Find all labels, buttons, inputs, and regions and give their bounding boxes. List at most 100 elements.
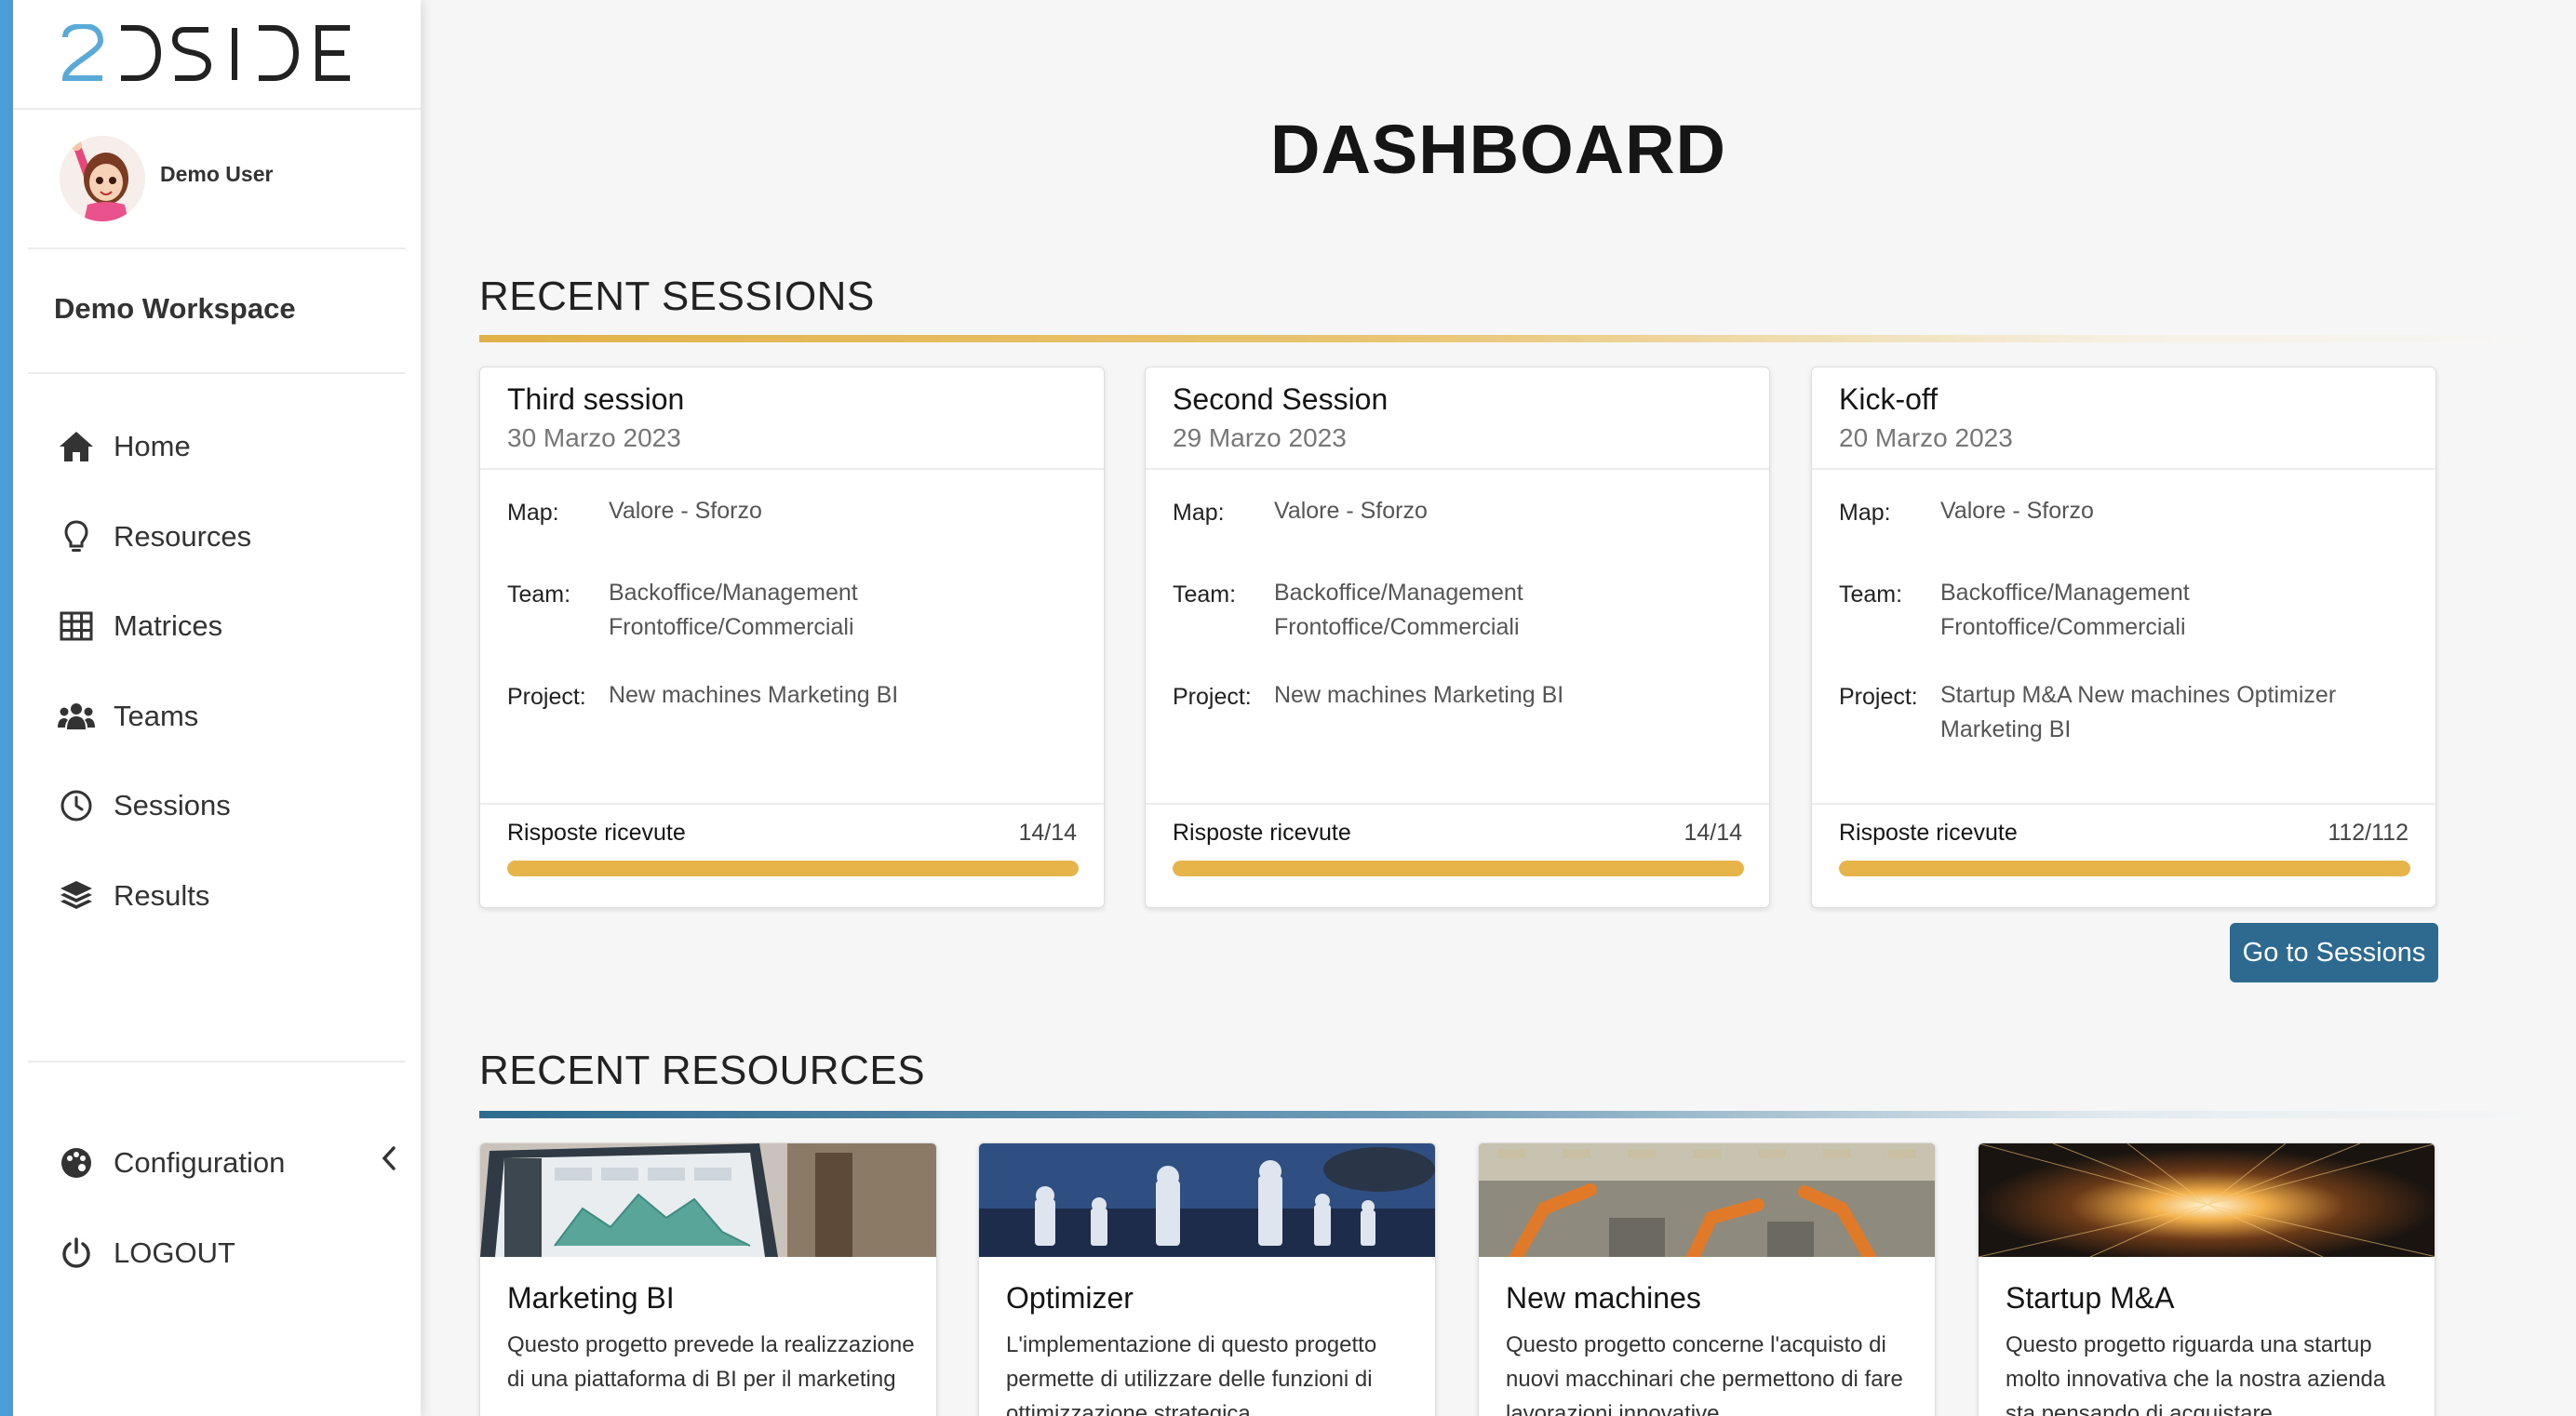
nav-label: Configuration [114,1146,286,1180]
project-label: Project: [1173,684,1252,710]
card-header: Third session 30 Marzo 2023 [480,367,1104,470]
team-label: Team: [1173,581,1237,608]
nav-item-home[interactable]: Home [13,402,421,492]
card-footer: Risposte ricevute 112/112 [1812,803,2435,909]
workspace-selector[interactable]: Demo Workspace [28,249,406,374]
session-name: Second Session [1173,382,1389,416]
resource-card[interactable]: Startup M&A Questo progetto riguarda una… [1978,1142,2435,1416]
recent-sessions-title: RECENT SESSIONS [479,274,875,319]
nav-item-sessions[interactable]: Sessions [13,761,421,851]
session-card[interactable]: Second Session 29 Marzo 2023 Map: Valore… [1145,367,1770,908]
section-divider [479,1111,2545,1118]
resource-title: Optimizer [1006,1281,1134,1315]
resource-title: New machines [1506,1281,1701,1315]
project-label: Project: [507,684,586,710]
responses-label: Risposte ricevute [507,820,686,846]
divider [28,1061,406,1062]
logo-area [13,0,421,110]
nav-label: Home [114,430,191,463]
resource-image-chess [979,1143,1435,1257]
responses-label: Risposte ricevute [1173,820,1351,846]
session-card[interactable]: Third session 30 Marzo 2023 Map: Valore … [479,367,1105,908]
session-date: 30 Marzo 2023 [507,423,681,452]
nav-label: Resources [114,519,252,553]
team-item: Backoffice/Management [609,580,858,606]
card-header: Second Session 29 Marzo 2023 [1146,367,1769,470]
session-date: 29 Marzo 2023 [1173,423,1347,452]
team-item: Frontoffice/Commerciali [609,614,854,640]
user-name: Demo User [160,162,274,186]
resource-description: Questo progetto prevede la realizzazione… [507,1332,915,1392]
section-divider [479,335,2545,342]
nav-label: Matrices [114,609,223,643]
progress-fill [1839,861,2410,876]
layers-icon [56,875,97,916]
resource-card[interactable]: Optimizer L'implementazione di questo pr… [978,1142,1436,1416]
team-value: Backoffice/Management Frontoffice/Commer… [1940,576,2415,645]
avatar[interactable] [60,136,145,221]
nav-item-teams[interactable]: Teams [13,672,421,762]
user-profile[interactable]: Demo User [28,110,406,249]
session-card[interactable]: Kick-off 20 Marzo 2023 Map: Valore - Sfo… [1811,367,2436,908]
map-label: Map: [507,500,559,526]
nav-label: Teams [114,699,199,732]
power-icon [56,1233,97,1274]
chevron-left-icon[interactable] [382,1146,396,1175]
resource-image-factory [1479,1143,1935,1257]
team-item: Frontoffice/Commerciali [1940,614,2186,640]
session-name: Third session [507,382,685,416]
progress-fill [507,861,1079,876]
resource-image-light-tunnel [1979,1143,2435,1257]
nav-item-logout[interactable]: LOGOUT [13,1209,421,1299]
map-label: Map: [1839,500,1891,526]
palette-icon [56,1142,97,1183]
resource-description: Questo progetto concerne l'acquisto di n… [1506,1332,1903,1416]
map-value: Valore - Sforzo [609,498,762,524]
team-item: Frontoffice/Commerciali [1274,614,1520,640]
resource-image-dashboard [480,1143,936,1257]
nav-label: Sessions [114,789,231,822]
bottom-nav: Configuration LOGOUT [13,1118,421,1298]
sidebar: Demo User Demo Workspace Home Resources [13,0,421,1416]
resource-description: Questo progetto riguarda una startup mol… [2006,1332,2386,1416]
project-value: Startup M&A New machines Optimizer Marke… [1940,682,2337,742]
resource-description: L'implementazione di questo progetto per… [1006,1332,1377,1416]
home-icon [56,426,97,467]
project-value: New machines Marketing BI [609,682,899,708]
clock-icon [56,785,97,826]
grid-icon [56,606,97,647]
responses-progress-bar [1173,861,1744,876]
responses-count: 14/14 [1018,820,1077,846]
team-value: Backoffice/Management Frontoffice/Commer… [609,576,1083,645]
accent-strip [0,0,13,1416]
resource-card[interactable]: Marketing BI Questo progetto prevede la … [479,1142,937,1416]
map-value: Valore - Sforzo [1274,498,1428,524]
nav-item-results[interactable]: Results [13,851,421,942]
main-nav: Home Resources Matrices Teams Sessions R… [13,402,421,941]
responses-label: Risposte ricevute [1839,820,2018,846]
logo[interactable] [61,24,359,84]
responses-progress-bar [507,861,1079,876]
team-value: Backoffice/Management Frontoffice/Commer… [1274,576,1749,645]
nav-item-configuration[interactable]: Configuration [13,1118,421,1209]
go-to-sessions-button[interactable]: Go to Sessions [2230,923,2438,982]
card-footer: Risposte ricevute 14/14 [1146,803,1769,909]
resource-title: Startup M&A [2006,1281,2175,1315]
progress-fill [1173,861,1744,876]
workspace-name: Demo Workspace [54,292,296,325]
resource-card[interactable]: New machines Questo progetto concerne l'… [1478,1142,1936,1416]
team-label: Team: [1839,581,1903,608]
team-label: Team: [507,581,571,608]
nav-item-resources[interactable]: Resources [13,492,421,582]
page-title: DASHBOARD [1270,111,1726,188]
nav-item-matrices[interactable]: Matrices [13,581,421,672]
card-footer: Risposte ricevute 14/14 [480,803,1104,909]
card-header: Kick-off 20 Marzo 2023 [1812,367,2435,470]
responses-count: 14/14 [1684,820,1742,846]
main-content: DASHBOARD RECENT SESSIONS Third session … [421,0,2576,1416]
responses-count: 112/112 [2328,820,2408,846]
lightbulb-icon [56,516,97,557]
team-item: Backoffice/Management [1274,580,1523,606]
map-label: Map: [1173,500,1225,526]
app: Demo User Demo Workspace Home Resources [0,0,2576,1416]
